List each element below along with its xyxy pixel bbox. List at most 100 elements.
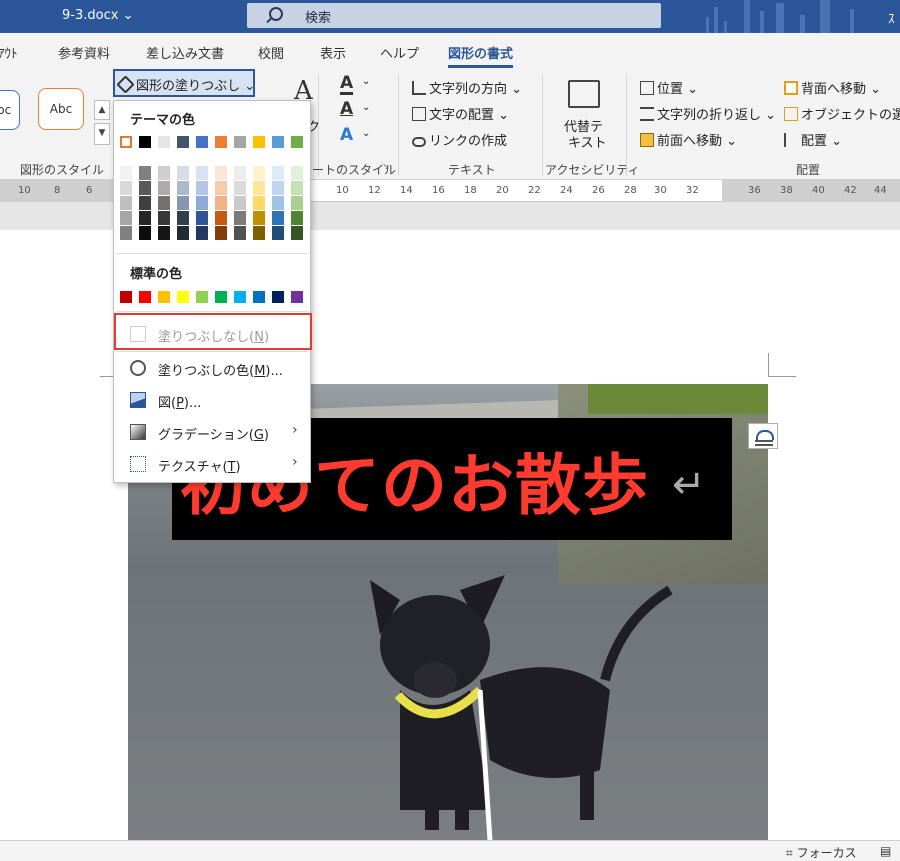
theme-shade-swatch[interactable] <box>253 196 265 210</box>
standard-color-swatch[interactable] <box>158 291 170 303</box>
theme-shade-swatch[interactable] <box>215 196 227 210</box>
document-name[interactable]: 9-3.docx ⌄ <box>62 8 133 23</box>
theme-shade-swatch[interactable] <box>291 211 303 225</box>
theme-shade-swatch[interactable] <box>196 166 208 180</box>
alt-text-icon[interactable] <box>568 80 600 108</box>
text-effects-icon[interactable]: A <box>340 126 353 144</box>
text-effects-caret[interactable]: ⌄ <box>362 128 370 139</box>
align-button[interactable]: 配置 ⌄ <box>784 130 842 149</box>
theme-shade-swatch[interactable] <box>177 166 189 180</box>
tab-view[interactable]: 表示 <box>320 43 346 62</box>
theme-shade-swatch[interactable] <box>234 211 246 225</box>
theme-shade-swatch[interactable] <box>196 181 208 195</box>
theme-shade-swatch[interactable] <box>158 181 170 195</box>
theme-shade-swatch[interactable] <box>177 211 189 225</box>
account-initial[interactable]: ｽ <box>888 8 895 27</box>
theme-shade-swatch[interactable] <box>215 166 227 180</box>
shape-style-1[interactable]: Abc <box>0 90 20 130</box>
style-more-button[interactable]: ▼ <box>94 123 110 145</box>
theme-shade-swatch[interactable] <box>120 181 132 195</box>
theme-shade-swatch[interactable] <box>253 211 265 225</box>
shape-style-2[interactable]: Abc <box>38 88 84 130</box>
theme-shade-swatch[interactable] <box>120 166 132 180</box>
tab-help[interactable]: ヘルプ <box>380 43 419 62</box>
theme-shade-swatch[interactable] <box>272 166 284 180</box>
standard-color-swatch[interactable] <box>196 291 208 303</box>
theme-shade-swatch[interactable] <box>272 196 284 210</box>
gradient-fill-item[interactable]: グラデーション(G) › <box>116 417 308 447</box>
theme-shade-swatch[interactable] <box>215 181 227 195</box>
theme-shade-swatch[interactable] <box>158 166 170 180</box>
theme-color-swatch[interactable] <box>177 136 189 148</box>
theme-shade-swatch[interactable] <box>291 226 303 240</box>
tab-layout[interactable]: ｱｳﾄ <box>0 43 18 62</box>
theme-shade-swatch[interactable] <box>177 181 189 195</box>
theme-color-swatch[interactable] <box>291 136 303 148</box>
tab-references[interactable]: 参考資料 <box>58 43 110 62</box>
send-backward-button[interactable]: 背面へ移動 ⌄ <box>784 78 881 97</box>
theme-shade-swatch[interactable] <box>139 211 151 225</box>
texture-fill-item[interactable]: テクスチャ(T) › <box>116 449 308 479</box>
theme-color-swatch[interactable] <box>253 136 265 148</box>
wrap-text-button[interactable]: 文字列の折り返し ⌄ <box>640 104 776 123</box>
theme-color-swatch[interactable] <box>196 136 208 148</box>
standard-color-swatch[interactable] <box>272 291 284 303</box>
theme-shade-swatch[interactable] <box>177 226 189 240</box>
theme-shade-swatch[interactable] <box>215 211 227 225</box>
selection-pane-button[interactable]: オブジェクトの選択 <box>784 104 900 123</box>
read-mode-icon[interactable]: ▤ <box>880 844 891 858</box>
theme-color-swatch[interactable] <box>234 136 246 148</box>
shape-fill-button[interactable]: 図形の塗りつぶし ⌄ <box>113 69 255 97</box>
theme-shade-swatch[interactable] <box>139 196 151 210</box>
standard-color-swatch[interactable] <box>177 291 189 303</box>
standard-color-swatch[interactable] <box>215 291 227 303</box>
search-box[interactable]: 検索 <box>247 3 661 28</box>
tab-mailings[interactable]: 差し込み文書 <box>146 43 224 62</box>
text-outline-icon[interactable]: A <box>340 100 353 118</box>
bring-forward-button[interactable]: 前面へ移動 ⌄ <box>640 130 737 149</box>
theme-shade-swatch[interactable] <box>291 196 303 210</box>
theme-shade-swatch[interactable] <box>234 226 246 240</box>
text-align-button[interactable]: 文字の配置 ⌄ <box>412 104 509 123</box>
theme-shade-swatch[interactable] <box>253 226 265 240</box>
theme-shade-swatch[interactable] <box>291 181 303 195</box>
theme-shade-swatch[interactable] <box>158 226 170 240</box>
theme-shade-swatch[interactable] <box>158 211 170 225</box>
theme-shade-swatch[interactable] <box>120 226 132 240</box>
theme-shade-swatch[interactable] <box>234 181 246 195</box>
standard-color-swatch[interactable] <box>120 291 132 303</box>
theme-shade-swatch[interactable] <box>272 226 284 240</box>
theme-shade-swatch[interactable] <box>139 226 151 240</box>
text-fill-caret[interactable]: ⌄ <box>362 76 370 87</box>
tab-shape-format[interactable]: 図形の書式 <box>448 43 514 68</box>
search-input[interactable]: 検索 <box>305 7 331 26</box>
position-button[interactable]: 位置 ⌄ <box>640 78 698 97</box>
theme-shade-swatch[interactable] <box>253 166 265 180</box>
theme-shade-swatch[interactable] <box>139 166 151 180</box>
focus-mode-button[interactable]: ⌗ フォーカス <box>786 844 857 861</box>
standard-color-swatch[interactable] <box>234 291 246 303</box>
theme-shade-swatch[interactable] <box>234 166 246 180</box>
theme-shade-swatch[interactable] <box>253 181 265 195</box>
theme-shade-swatch[interactable] <box>196 196 208 210</box>
style-scroll-up[interactable]: ▲ <box>94 100 110 120</box>
theme-shade-swatch[interactable] <box>272 211 284 225</box>
theme-shade-swatch[interactable] <box>215 226 227 240</box>
theme-shade-swatch[interactable] <box>177 196 189 210</box>
create-link-button[interactable]: リンクの作成 <box>412 130 507 149</box>
theme-shade-swatch[interactable] <box>196 211 208 225</box>
text-fill-icon[interactable]: A <box>340 74 354 95</box>
theme-shade-swatch[interactable] <box>120 211 132 225</box>
theme-shade-swatch[interactable] <box>196 226 208 240</box>
layout-options-icon[interactable] <box>748 423 778 449</box>
text-outline-caret[interactable]: ⌄ <box>362 102 370 113</box>
theme-shade-swatch[interactable] <box>272 181 284 195</box>
standard-color-swatch[interactable] <box>291 291 303 303</box>
theme-shade-swatch[interactable] <box>139 181 151 195</box>
theme-shade-swatch[interactable] <box>158 196 170 210</box>
standard-color-swatch[interactable] <box>253 291 265 303</box>
theme-shade-swatch[interactable] <box>120 196 132 210</box>
text-direction-button[interactable]: 文字列の方向 ⌄ <box>412 78 522 97</box>
theme-color-swatch[interactable] <box>215 136 227 148</box>
theme-shade-swatch[interactable] <box>234 196 246 210</box>
